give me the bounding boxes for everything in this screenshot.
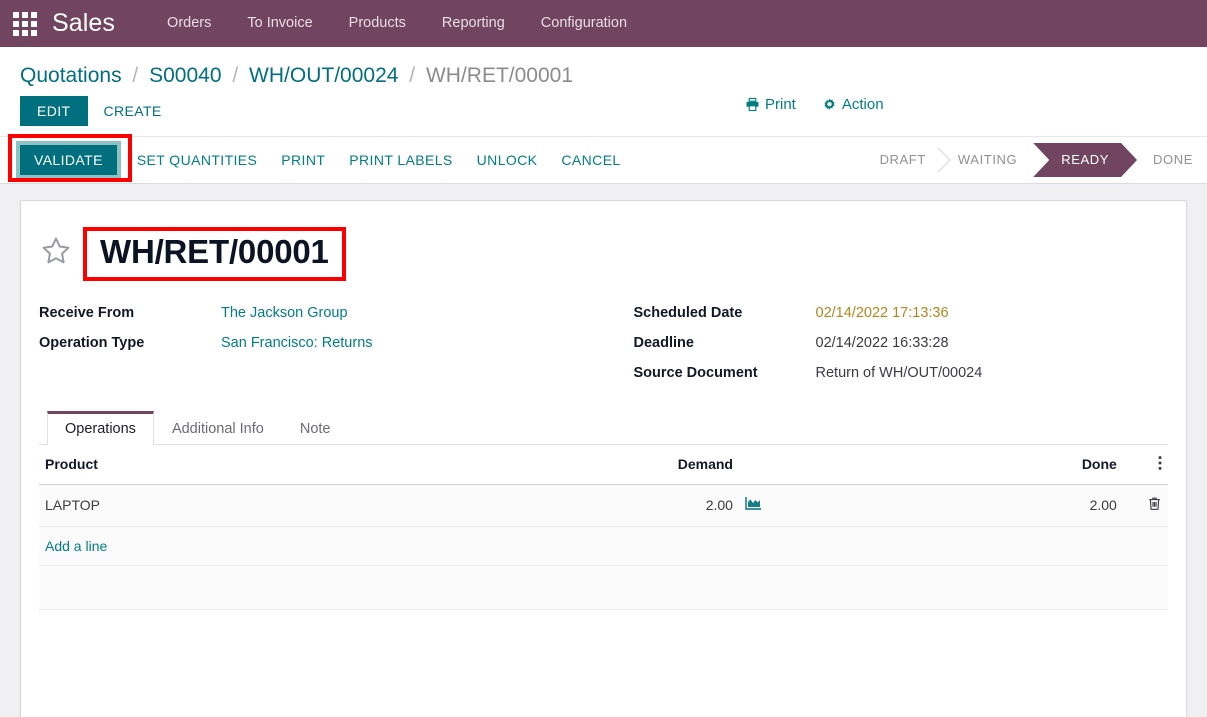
breadcrumb-item-quotations[interactable]: Quotations bbox=[20, 64, 122, 87]
field-value-receive-from[interactable]: The Jackson Group bbox=[221, 305, 348, 321]
print-button[interactable]: PRINT bbox=[269, 145, 337, 175]
cell-detail-icon bbox=[738, 484, 796, 527]
field-value-scheduled-date: 02/14/2022 17:13:36 bbox=[815, 304, 949, 321]
field-label-operation-type: Operation Type bbox=[39, 334, 145, 351]
field-label-source-document: Source Document bbox=[633, 364, 758, 381]
field-deadline: Deadline 02/14/2022 16:33:28 bbox=[634, 335, 1169, 351]
cancel-button[interactable]: CANCEL bbox=[549, 145, 632, 175]
column-header-demand[interactable]: Demand bbox=[580, 444, 739, 485]
print-label: Print bbox=[765, 96, 796, 113]
edit-button[interactable]: EDIT bbox=[20, 96, 88, 126]
add-line-row[interactable]: Add a line bbox=[39, 526, 1168, 566]
field-value-deadline: 02/14/2022 16:33:28 bbox=[815, 334, 949, 351]
trash-icon[interactable] bbox=[1147, 497, 1162, 515]
stage-ready[interactable]: READY bbox=[1033, 143, 1137, 177]
nav-item-products[interactable]: Products bbox=[331, 0, 424, 47]
set-quantities-button[interactable]: SET QUANTITIES bbox=[125, 145, 269, 175]
breadcrumb-separator: / bbox=[132, 64, 139, 87]
table-row[interactable]: LAPTOP 2.00 2.00 bbox=[39, 484, 1168, 527]
statusbar: VALIDATE SET QUANTITIES PRINT PRINT LABE… bbox=[0, 134, 1207, 184]
page-title: WH/RET/00001 bbox=[100, 233, 329, 270]
record-title-row: WH/RET/00001 bbox=[39, 219, 1168, 291]
breadcrumb-item-current: WH/RET/00001 bbox=[425, 64, 574, 87]
field-label-deadline: Deadline bbox=[633, 334, 694, 351]
form-sheet: WH/RET/00001 Receive From The Jackson Gr… bbox=[20, 200, 1187, 717]
action-menu-button[interactable]: Action bbox=[822, 96, 884, 113]
control-panel-actions: Print Action bbox=[745, 96, 884, 113]
cell-delete bbox=[1122, 484, 1168, 527]
validate-button[interactable]: VALIDATE bbox=[16, 141, 121, 179]
top-navbar: Sales Orders To Invoice Products Reporti… bbox=[0, 0, 1207, 47]
validate-button-wrapper: VALIDATE bbox=[8, 134, 132, 182]
tab-additional-info[interactable]: Additional Info bbox=[154, 411, 282, 445]
stage-waiting[interactable]: WAITING bbox=[942, 143, 1033, 177]
nav-item-to-invoice[interactable]: To Invoice bbox=[229, 0, 330, 47]
star-outline-icon[interactable] bbox=[39, 234, 73, 273]
field-groups: Receive From The Jackson Group Operation… bbox=[39, 291, 1168, 401]
gear-icon bbox=[822, 97, 837, 112]
table-header-row: Product Demand Done bbox=[39, 444, 1168, 485]
breadcrumb-separator: / bbox=[232, 64, 239, 87]
action-label: Action bbox=[841, 96, 884, 113]
create-button[interactable]: CREATE bbox=[88, 96, 178, 126]
nav-item-configuration[interactable]: Configuration bbox=[523, 0, 645, 47]
field-group-right: Scheduled Date 02/14/2022 17:13:36 Deadl… bbox=[604, 305, 1169, 395]
column-header-spacer bbox=[738, 444, 796, 485]
notebook: Operations Additional Info Note Product … bbox=[39, 410, 1168, 610]
control-panel: EDIT CREATE Print Action bbox=[0, 96, 1207, 136]
breadcrumb-separator: / bbox=[409, 64, 416, 87]
stage-done[interactable]: DONE bbox=[1137, 143, 1207, 177]
record-title-highlight-box: WH/RET/00001 bbox=[83, 227, 346, 281]
cell-product[interactable]: LAPTOP bbox=[39, 484, 581, 527]
print-menu-button[interactable]: Print bbox=[745, 96, 796, 113]
column-header-done[interactable]: Done bbox=[1021, 444, 1123, 485]
field-source-document: Source Document Return of WH/OUT/00024 bbox=[634, 365, 1169, 381]
field-operation-type: Operation Type San Francisco: Returns bbox=[39, 335, 604, 351]
print-labels-button[interactable]: PRINT LABELS bbox=[337, 145, 464, 175]
cell-done[interactable]: 2.00 bbox=[1021, 484, 1123, 527]
field-group-left: Receive From The Jackson Group Operation… bbox=[39, 305, 604, 395]
status-stages: DRAFT WAITING READY DONE bbox=[864, 137, 1207, 183]
field-label-scheduled-date: Scheduled Date bbox=[633, 304, 743, 321]
nav-item-reporting[interactable]: Reporting bbox=[424, 0, 523, 47]
field-value-operation-type[interactable]: San Francisco: Returns bbox=[221, 335, 373, 351]
breadcrumb-item-s00040[interactable]: S00040 bbox=[149, 64, 221, 87]
operations-table: Product Demand Done LAPTOP 2.00 2.00 Add… bbox=[39, 444, 1168, 610]
add-line-cell: Add a line bbox=[39, 526, 1168, 566]
cell-spacer bbox=[795, 484, 1022, 527]
field-value-source-document: Return of WH/OUT/00024 bbox=[815, 364, 983, 381]
add-a-line-link[interactable]: Add a line bbox=[45, 538, 107, 554]
printer-icon bbox=[745, 97, 760, 112]
breadcrumb: Quotations / S00040 / WH/OUT/00024 / WH/… bbox=[0, 47, 1207, 96]
notebook-tabs: Operations Additional Info Note bbox=[39, 410, 1168, 445]
tab-note[interactable]: Note bbox=[282, 411, 349, 445]
column-options-header bbox=[1122, 444, 1168, 485]
unlock-button[interactable]: UNLOCK bbox=[465, 145, 550, 175]
apps-grid-icon[interactable] bbox=[12, 11, 38, 37]
cell-demand[interactable]: 2.00 bbox=[580, 484, 739, 527]
stage-draft[interactable]: DRAFT bbox=[864, 143, 942, 177]
column-header-product[interactable]: Product bbox=[39, 444, 581, 485]
sheet-container: WH/RET/00001 Receive From The Jackson Gr… bbox=[0, 184, 1207, 717]
vertical-dots-icon[interactable] bbox=[1158, 455, 1162, 474]
area-chart-icon[interactable] bbox=[745, 497, 762, 514]
column-header-spacer-2 bbox=[795, 444, 1022, 485]
nav-item-orders[interactable]: Orders bbox=[149, 0, 229, 47]
table-filler-row bbox=[39, 565, 1168, 610]
field-label-receive-from: Receive From bbox=[39, 304, 135, 321]
field-receive-from: Receive From The Jackson Group bbox=[39, 305, 604, 321]
app-brand-sales[interactable]: Sales bbox=[52, 9, 115, 38]
breadcrumb-item-wh-out-00024[interactable]: WH/OUT/00024 bbox=[249, 64, 398, 87]
field-scheduled-date: Scheduled Date 02/14/2022 17:13:36 bbox=[634, 305, 1169, 321]
tab-operations[interactable]: Operations bbox=[47, 410, 154, 445]
